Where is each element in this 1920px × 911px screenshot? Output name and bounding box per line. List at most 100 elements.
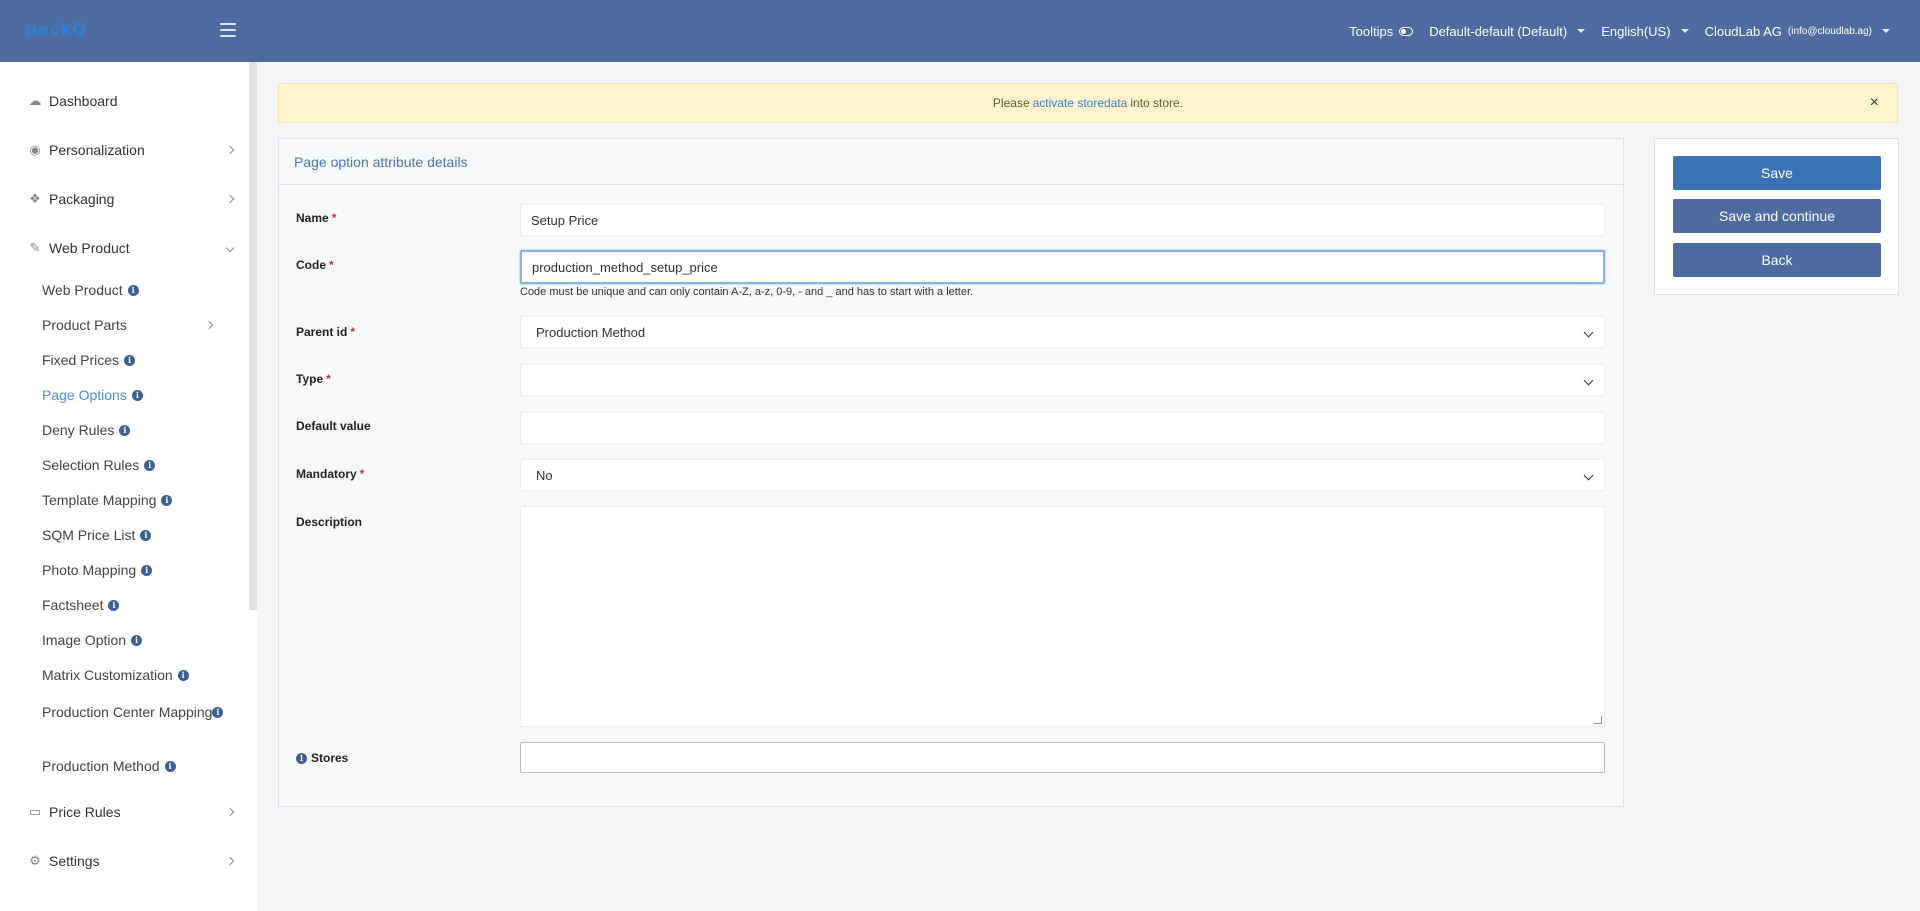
caret-down-icon bbox=[1680, 29, 1689, 33]
chevron-right-icon bbox=[225, 145, 235, 155]
sidebar-subitem-photo-mapping[interactable]: Photo Mapping i bbox=[42, 562, 242, 578]
info-icon[interactable]: i bbox=[131, 634, 143, 646]
cloud-icon: ☁ bbox=[28, 93, 42, 108]
subitem-label: Fixed Prices bbox=[42, 352, 120, 368]
card-title: Page option attribute details bbox=[279, 139, 1623, 185]
info-icon[interactable]: i bbox=[161, 494, 173, 506]
parent-id-label: Parent id * bbox=[296, 325, 355, 339]
info-icon[interactable]: i bbox=[127, 284, 139, 296]
input-value: Setup Price bbox=[531, 212, 599, 228]
subitem-label: Web Product bbox=[42, 282, 123, 298]
subitem-label: Product Parts bbox=[42, 317, 127, 333]
type-select[interactable] bbox=[520, 364, 1605, 396]
wand-icon: ✎ bbox=[29, 240, 41, 255]
sidebar-subitem-deny-rules[interactable]: Deny Rules i bbox=[42, 422, 242, 438]
type-label: Type * bbox=[296, 372, 331, 386]
sidebar-subitem-image-option[interactable]: Image Option i bbox=[42, 632, 242, 648]
mandatory-select[interactable]: No bbox=[520, 459, 1605, 491]
menu-toggle-icon[interactable] bbox=[220, 23, 236, 37]
subitem-label: Deny Rules bbox=[42, 422, 115, 438]
account-name: CloudLab AG bbox=[1704, 23, 1782, 39]
sidebar-subitem-matrix-customization[interactable]: Matrix Customization i bbox=[42, 667, 242, 683]
parent-id-select[interactable]: Production Method bbox=[520, 316, 1605, 348]
sidebar-item-settings[interactable]: ⚙ Settings bbox=[0, 841, 245, 881]
language-dropdown[interactable]: English(US) bbox=[1601, 24, 1689, 39]
sidebar-item-label: Packaging bbox=[49, 191, 115, 207]
sidebar-item-label: Price Rules bbox=[49, 804, 121, 820]
required-mark: * bbox=[331, 211, 337, 225]
label-text: Code bbox=[296, 258, 326, 272]
sidebar-subitem-template-mapping[interactable]: Template Mapping i bbox=[42, 492, 242, 508]
subitem-label: Page Options bbox=[42, 387, 127, 403]
select-value: No bbox=[536, 467, 553, 483]
alert-suffix: into store. bbox=[1130, 96, 1184, 110]
sidebar-subitem-production-center-mapping[interactable]: Production Center Mapping i bbox=[42, 702, 232, 722]
caret-down-icon bbox=[1882, 29, 1890, 33]
info-icon[interactable]: i bbox=[177, 669, 189, 681]
info-icon[interactable]: i bbox=[164, 760, 176, 772]
description-textarea[interactable] bbox=[520, 506, 1605, 727]
sidebar-subitem-sqm-price-list[interactable]: SQM Price List i bbox=[42, 527, 242, 543]
name-input[interactable]: Setup Price bbox=[520, 204, 1605, 236]
sidebar-subitem-fixed-prices[interactable]: Fixed Prices i bbox=[42, 352, 242, 368]
subitem-label: Template Mapping bbox=[42, 492, 157, 508]
sidebar-item-label: Dashboard bbox=[49, 93, 118, 109]
required-mark: * bbox=[350, 325, 356, 339]
sidebar-subitem-web-product[interactable]: Web Product i bbox=[42, 282, 242, 298]
save-button[interactable]: Save bbox=[1673, 156, 1881, 190]
label-text: Type bbox=[296, 372, 324, 386]
sidebar-subitem-production-method[interactable]: Production Method i bbox=[42, 758, 242, 774]
info-icon[interactable]: i bbox=[124, 354, 136, 366]
code-input[interactable]: production_method_setup_price bbox=[520, 250, 1605, 284]
stores-multiselect[interactable] bbox=[520, 742, 1605, 773]
close-icon[interactable]: × bbox=[1870, 95, 1879, 111]
required-mark: * bbox=[359, 467, 365, 481]
info-icon[interactable]: i bbox=[144, 459, 156, 471]
back-button[interactable]: Back bbox=[1673, 243, 1881, 277]
sidebar-item-label: Settings bbox=[49, 853, 100, 869]
chevron-right-icon bbox=[225, 807, 235, 817]
chevron-down-icon bbox=[225, 243, 235, 253]
description-label: Description bbox=[296, 515, 363, 529]
sidebar-item-dashboard[interactable]: ☁ Dashboard bbox=[0, 81, 245, 121]
caret-down-icon bbox=[1577, 29, 1586, 33]
sidebar-item-personalization[interactable]: ◉ Personalization bbox=[0, 130, 245, 170]
sidebar-subitem-selection-rules[interactable]: Selection Rules i bbox=[42, 457, 242, 473]
sidebar-item-label: Web Product bbox=[49, 240, 130, 256]
default-value-input[interactable] bbox=[520, 412, 1605, 444]
subitem-label: Production Center Mapping bbox=[42, 704, 213, 720]
alert-prefix: Please bbox=[992, 96, 1030, 110]
label-text: Mandatory bbox=[296, 467, 357, 481]
label-text: Stores bbox=[311, 751, 349, 765]
store-dropdown[interactable]: Default-default (Default) bbox=[1429, 24, 1586, 39]
sidebar-scrollbar[interactable] bbox=[249, 62, 257, 610]
select-value: Production Method bbox=[536, 324, 646, 340]
sidebar-item-web-product[interactable]: ✎ Web Product bbox=[0, 228, 245, 268]
app-logo[interactable]: packQ bbox=[25, 20, 87, 40]
sidebar-subitem-factsheet[interactable]: Factsheet i bbox=[42, 597, 242, 613]
subitem-label: Production Method bbox=[42, 758, 160, 774]
sidebar-item-packaging[interactable]: ❖ Packaging bbox=[0, 179, 245, 219]
save-and-continue-button[interactable]: Save and continue bbox=[1673, 199, 1881, 233]
info-icon[interactable]: i bbox=[108, 599, 120, 611]
subitem-label: Factsheet bbox=[42, 597, 104, 613]
eye-icon: ◉ bbox=[29, 142, 41, 157]
info-icon[interactable]: i bbox=[212, 706, 224, 718]
info-icon[interactable]: i bbox=[141, 564, 153, 576]
sidebar-subitem-page-options[interactable]: Page Options i bbox=[42, 387, 242, 403]
info-icon[interactable]: i bbox=[296, 752, 307, 764]
store-alert: Please activate storedata into store. × bbox=[278, 83, 1898, 123]
activate-storedata-link[interactable]: activate storedata bbox=[1033, 96, 1128, 110]
account-dropdown[interactable]: CloudLab AG (info@cloudlab.ag) bbox=[1705, 24, 1890, 39]
sidebar-item-price-rules[interactable]: ▭ Price Rules bbox=[0, 792, 245, 832]
tooltips-toggle[interactable]: Tooltips bbox=[1349, 24, 1414, 39]
input-value: production_method_setup_price bbox=[532, 259, 718, 275]
sidebar-subitem-product-parts[interactable]: Product Parts bbox=[42, 317, 242, 333]
info-icon[interactable]: i bbox=[119, 424, 131, 436]
info-icon[interactable]: i bbox=[131, 389, 143, 401]
label-text: Parent id bbox=[296, 325, 348, 339]
resize-handle-icon[interactable] bbox=[1594, 716, 1602, 724]
info-icon[interactable]: i bbox=[140, 529, 152, 541]
toggle-icon[interactable] bbox=[1399, 26, 1414, 36]
subitem-label: Selection Rules bbox=[42, 457, 140, 473]
